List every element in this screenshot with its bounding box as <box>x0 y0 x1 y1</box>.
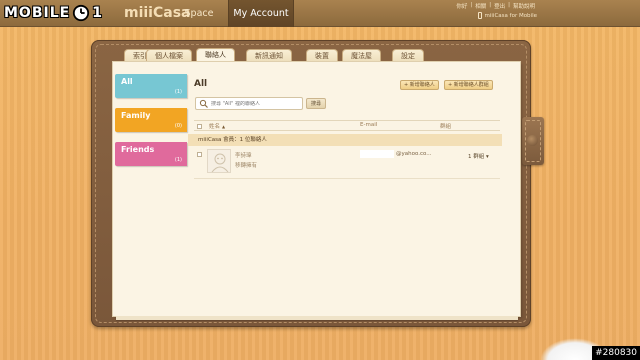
tab-magic-house[interactable]: 魔法屋 <box>342 49 381 63</box>
table-header: 姓名 ▲ E-mail 群組 <box>194 120 500 131</box>
add-group-button[interactable]: + 新增聯絡人群組 <box>444 80 493 90</box>
greeting-link[interactable]: 你好 <box>456 2 467 10</box>
related-link[interactable]: 相關 <box>475 2 486 10</box>
logout-link[interactable]: 登出 <box>494 2 505 10</box>
watermark-text: MOBILE <box>4 5 71 21</box>
nav-space[interactable]: Space <box>174 0 224 27</box>
sidetab-all[interactable]: All (1) <box>115 74 187 98</box>
column-name-label: 姓名 <box>209 124 221 130</box>
column-name[interactable]: 姓名 ▲ <box>209 122 225 130</box>
chevron-down-icon: ▾ <box>486 154 489 160</box>
sidetab-family[interactable]: Family (0) <box>115 108 187 132</box>
group-header-row: miiiCasa 會員：1 位聯絡人 <box>188 134 502 146</box>
watermark-clock-icon <box>73 4 90 22</box>
column-group: 群組 <box>440 124 452 130</box>
sidetab-label: Friends <box>121 145 155 154</box>
separator: | <box>508 2 510 8</box>
sidetab-friends[interactable]: Friends (1) <box>115 142 187 166</box>
sidetab-label: All <box>121 77 133 86</box>
tab-profile[interactable]: 個人檔案 <box>146 49 192 63</box>
binder-clasp <box>522 117 544 165</box>
list-title: All <box>194 79 208 89</box>
avatar[interactable] <box>207 149 231 173</box>
mobile-link[interactable]: miiiCasa for Mobile <box>477 12 538 19</box>
tab-contacts[interactable]: 聯絡人 <box>196 48 235 63</box>
sort-asc-icon: ▲ <box>222 124 226 129</box>
add-contact-button[interactable]: + 新增聯絡人 <box>400 80 439 90</box>
group-dropdown[interactable]: 1 群組 ▾ <box>468 152 489 160</box>
contacts-panel: All + 新增聯絡人 + 新增聯絡人群組 搜尋 姓名▲ E-mail 群組 m… <box>188 72 502 307</box>
column-email: E-mail <box>360 122 378 128</box>
separator: | <box>489 2 492 8</box>
sidetab-count: (1) <box>174 89 182 95</box>
sidetab-count: (0) <box>174 123 182 129</box>
nav-my-account[interactable]: My Account <box>228 0 294 27</box>
table-row[interactable]: 李詩瑋 移轉擁有 @yahoo.co... 1 群組 ▾ <box>194 148 500 178</box>
email-redaction <box>360 150 394 158</box>
paper-edge <box>116 316 518 320</box>
row-divider <box>194 178 500 179</box>
phone-icon <box>477 12 482 19</box>
separator: | <box>470 2 473 8</box>
post-id-watermark: #280830 <box>592 346 640 360</box>
group-dropdown-label: 1 群組 <box>468 154 485 160</box>
top-bar: MOBILE 1 miiiCasa Space My Account 你好 | … <box>0 0 640 27</box>
sidetab-label: Family <box>121 111 151 120</box>
sidetab-count: (1) <box>174 157 182 163</box>
tab-devices[interactable]: 裝置 <box>306 49 338 63</box>
search-box <box>195 97 303 110</box>
mobile-link-label: miiiCasa for Mobile <box>484 12 538 19</box>
help-link[interactable]: 幫助說明 <box>513 2 535 10</box>
search-icon <box>199 99 208 108</box>
search-button[interactable]: 搜尋 <box>306 98 327 109</box>
tab-settings[interactable]: 設定 <box>392 49 424 63</box>
search-input[interactable] <box>211 100 299 107</box>
transfer-ownership-link[interactable]: 移轉擁有 <box>235 161 257 169</box>
watermark-logo: MOBILE 1 <box>4 3 103 23</box>
contact-email: @yahoo.co... <box>396 151 432 157</box>
select-all-checkbox[interactable] <box>197 124 202 129</box>
avatar-placeholder-icon <box>211 153 229 173</box>
contact-name[interactable]: 李詩瑋 <box>235 151 252 159</box>
watermark-digit: 1 <box>92 5 103 21</box>
top-links: 你好 | 相關 | 登出 | 幫助說明 <box>456 2 535 10</box>
tab-notifications[interactable]: 新訊通知 <box>246 49 292 63</box>
row-checkbox[interactable] <box>197 152 202 157</box>
